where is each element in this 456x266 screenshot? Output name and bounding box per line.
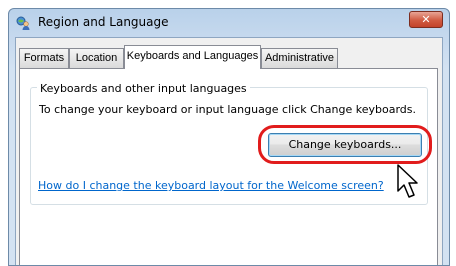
- title-bar[interactable]: Region and Language ✕: [9, 9, 449, 37]
- tab-keyboards-and-languages[interactable]: Keyboards and Languages: [124, 45, 261, 69]
- globe-person-icon: [16, 16, 30, 30]
- tab-formats[interactable]: Formats: [19, 48, 69, 68]
- window-title: Region and Language: [38, 15, 169, 29]
- dialog-client-area: Formats Location Keyboards and Languages…: [15, 37, 443, 265]
- mouse-pointer-icon: [397, 164, 418, 198]
- change-keyboards-button[interactable]: Change keyboards...: [268, 133, 422, 157]
- tab-administrative[interactable]: Administrative: [261, 48, 338, 68]
- close-button[interactable]: ✕: [409, 11, 443, 28]
- dialog-window: Region and Language ✕ Formats Location K…: [8, 8, 450, 266]
- welcome-screen-help-link[interactable]: How do I change the keyboard layout for …: [38, 179, 384, 192]
- keyboard-instructions: To change your keyboard or input languag…: [39, 103, 416, 116]
- tab-panel: Keyboards and other input languages To c…: [19, 68, 438, 265]
- close-icon: ✕: [421, 13, 431, 26]
- tab-location[interactable]: Location: [69, 48, 124, 68]
- groupbox-title: Keyboards and other input languages: [37, 82, 250, 95]
